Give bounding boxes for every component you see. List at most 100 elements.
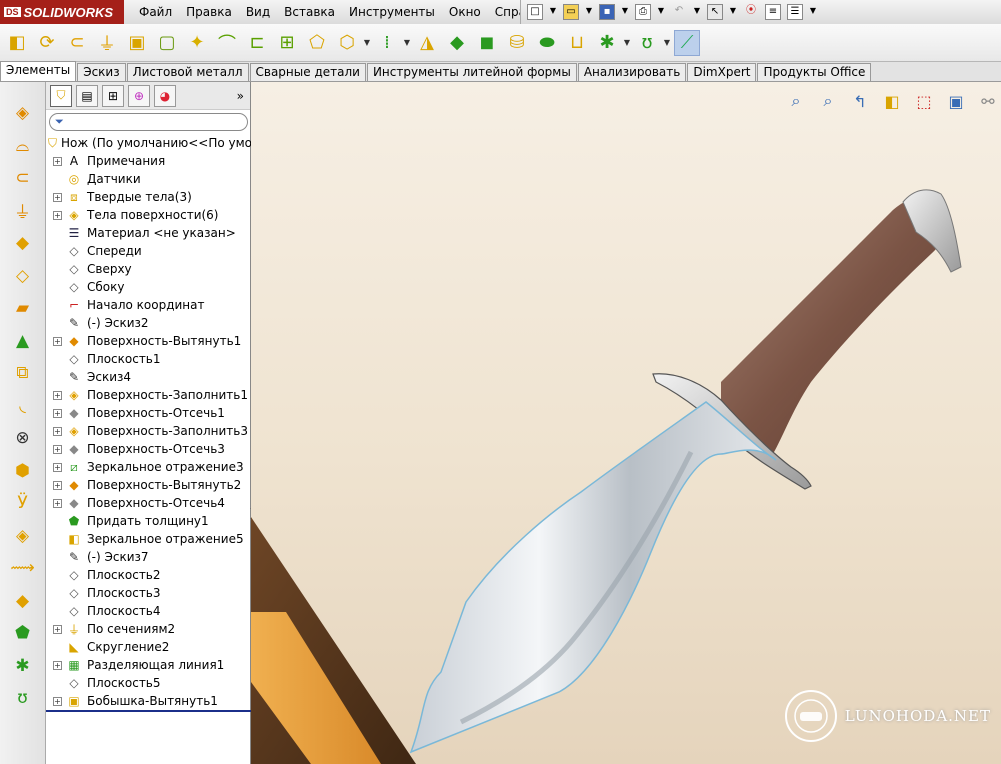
revolved-surface-icon[interactable]: ⌓ (10, 133, 36, 159)
options-dropdown-icon[interactable]: ▼ (809, 4, 817, 20)
tree-node[interactable]: + ⏚ По сечениям2 (46, 620, 251, 638)
tree-node[interactable]: + ◈ Поверхность-Заполнить1 (46, 386, 251, 404)
menu-tools[interactable]: Инструменты (342, 5, 442, 19)
expand-toggle-icon[interactable]: + (53, 660, 62, 670)
tree-node[interactable]: ✎ (-) Эскиз2 (46, 314, 251, 332)
reference-geometry-icon[interactable]: ✱ (594, 30, 620, 56)
extruded-cut-icon[interactable]: ▣ (124, 30, 150, 56)
filled-surface-icon[interactable]: ◇ (10, 263, 36, 289)
expand-toggle-icon[interactable]: + (53, 498, 62, 508)
boundary-surface-icon[interactable]: ◆ (10, 230, 36, 256)
move-face-icon[interactable]: ◆ (444, 30, 470, 56)
open-dropdown-icon[interactable]: ▼ (585, 4, 593, 20)
thicken-icon[interactable]: ⬟ (10, 620, 36, 646)
flex-icon[interactable]: ⊔ (564, 30, 590, 56)
tree-node[interactable]: ☰ Материал <не указан> (46, 224, 251, 242)
tab-weldments[interactable]: Сварные детали (249, 63, 366, 81)
section-view-icon[interactable]: ◧ (881, 90, 903, 112)
tab-sheet-metal[interactable]: Листовой металл (126, 63, 249, 81)
tree-node[interactable]: ✎ (-) Эскиз7 (46, 548, 251, 566)
configuration-manager-tab-icon[interactable]: ⊞ (102, 84, 124, 107)
hide-show-items-icon[interactable]: ⚯ (977, 90, 999, 112)
expand-panel-icon[interactable]: » (237, 89, 244, 103)
curves-dropdown-icon[interactable]: ▼ (664, 30, 670, 56)
display-style-icon[interactable]: ▣ (945, 90, 967, 112)
chamfer-dropdown-icon[interactable]: ▼ (364, 30, 370, 56)
tree-node[interactable]: ◇ Спереди (46, 242, 251, 260)
dome-icon[interactable]: ⬠ (304, 30, 330, 56)
delete-face-icon[interactable]: ⊗ (10, 425, 36, 451)
tree-node[interactable]: ◇ Сверху (46, 260, 251, 278)
tree-node[interactable]: ◧ Зеркальное отражение5 (46, 530, 251, 548)
mirror-icon[interactable]: ◮ (414, 30, 440, 56)
file-properties-icon[interactable]: ≡ (765, 4, 781, 20)
menu-insert[interactable]: Вставка (277, 5, 342, 19)
tab-features[interactable]: Элементы (0, 61, 77, 81)
lofted-surface-icon[interactable]: ⏚ (10, 198, 36, 224)
expand-toggle-icon[interactable]: + (53, 426, 62, 436)
rebuild-traffic-light-icon[interactable]: ⦿ (743, 4, 759, 20)
instant3d-icon[interactable]: ⟋ (674, 29, 700, 56)
expand-toggle-icon[interactable]: + (53, 462, 62, 472)
revolved-boss-icon[interactable]: ⟳ (34, 30, 60, 56)
save-dropdown-icon[interactable]: ▼ (621, 4, 629, 20)
print-dropdown-icon[interactable]: ▼ (657, 4, 665, 20)
tree-node[interactable]: ◇ Плоскость3 (46, 584, 251, 602)
expand-toggle-icon[interactable]: + (53, 624, 62, 634)
rollback-bar[interactable] (46, 710, 251, 712)
save-icon[interactable]: ▪ (599, 4, 615, 20)
tree-node[interactable]: ✎ Эскиз4 (46, 368, 251, 386)
menu-file[interactable]: Файл (132, 5, 179, 19)
extruded-boss-icon[interactable]: ◧ (4, 30, 30, 56)
tree-node[interactable]: + ◆ Поверхность-Отсечь3 (46, 440, 251, 458)
reference-geometry-left-icon[interactable]: ✱ (10, 653, 36, 679)
tab-dimxpert[interactable]: DimXpert (687, 63, 757, 81)
previous-view-icon[interactable]: ↰ (849, 90, 871, 112)
expand-toggle-icon[interactable]: + (53, 192, 62, 202)
tree-node[interactable]: + ⧈ Твердые тела(3) (46, 188, 251, 206)
expand-toggle-icon[interactable]: + (53, 444, 62, 454)
property-manager-tab-icon[interactable]: ▤ (76, 84, 98, 107)
tree-node[interactable]: ⌐ Начало координат (46, 296, 251, 314)
tab-sketch[interactable]: Эскиз (77, 63, 126, 81)
tree-node[interactable]: + ◆ Поверхность-Вытянуть1 (46, 332, 251, 350)
solidworks-logo[interactable]: DS SOLIDWORKS (0, 0, 124, 24)
tree-node[interactable]: ◣ Скругление2 (46, 638, 251, 656)
split-icon[interactable]: ◼ (474, 30, 500, 56)
tree-node[interactable]: + ◆ Поверхность-Отсечь1 (46, 404, 251, 422)
combine-icon[interactable]: ⛁ (504, 30, 530, 56)
menu-view[interactable]: Вид (239, 5, 277, 19)
pattern-dropdown-icon[interactable]: ▼ (404, 30, 410, 56)
expand-toggle-icon[interactable]: + (53, 390, 62, 400)
fillet-icon[interactable]: ✦ (184, 30, 210, 56)
tree-node[interactable]: ◇ Плоскость1 (46, 350, 251, 368)
tree-node[interactable]: ◇ Сбоку (46, 278, 251, 296)
select-dropdown-icon[interactable]: ▼ (729, 4, 737, 20)
curves-icon[interactable]: ʊ (634, 30, 660, 56)
display-manager-tab-icon[interactable]: ◕ (154, 84, 176, 107)
expand-toggle-icon[interactable]: + (53, 156, 62, 166)
linear-pattern-icon[interactable]: ⁞ (374, 30, 400, 56)
menu-edit[interactable]: Правка (179, 5, 239, 19)
dimxpert-manager-tab-icon[interactable]: ⊕ (128, 84, 150, 107)
tree-node[interactable]: + ▦ Разделяющая линия1 (46, 656, 251, 674)
expand-toggle-icon[interactable]: + (53, 696, 62, 706)
expand-toggle-icon[interactable]: + (53, 480, 62, 490)
tree-node[interactable]: + ◈ Поверхность-Заполнить3 (46, 422, 251, 440)
undo-dropdown-icon[interactable]: ▼ (693, 4, 701, 20)
swept-boss-icon[interactable]: ⊂ (64, 30, 90, 56)
expand-toggle-icon[interactable]: + (53, 336, 62, 346)
offset-surface-icon[interactable]: ▲ (10, 328, 36, 354)
knit-surface-icon[interactable]: ◈ (10, 523, 36, 549)
tree-node[interactable]: + ◆ Поверхность-Вытянуть2 (46, 476, 251, 494)
new-document-icon[interactable]: □ (527, 4, 543, 20)
chamfer-icon[interactable]: ⬡ (334, 30, 360, 56)
curves-left-icon[interactable]: ʊ (10, 685, 36, 711)
tree-node[interactable]: ⬟ Придать толщину1 (46, 512, 251, 530)
tree-node[interactable]: ◇ Плоскость2 (46, 566, 251, 584)
tab-evaluate[interactable]: Анализировать (577, 63, 687, 81)
planar-surface-icon[interactable]: ▰ (10, 295, 36, 321)
tree-node[interactable]: ◎ Датчики (46, 170, 251, 188)
lofted-boss-icon[interactable]: ⏚ (94, 30, 120, 56)
menu-window[interactable]: Окно (442, 5, 488, 19)
